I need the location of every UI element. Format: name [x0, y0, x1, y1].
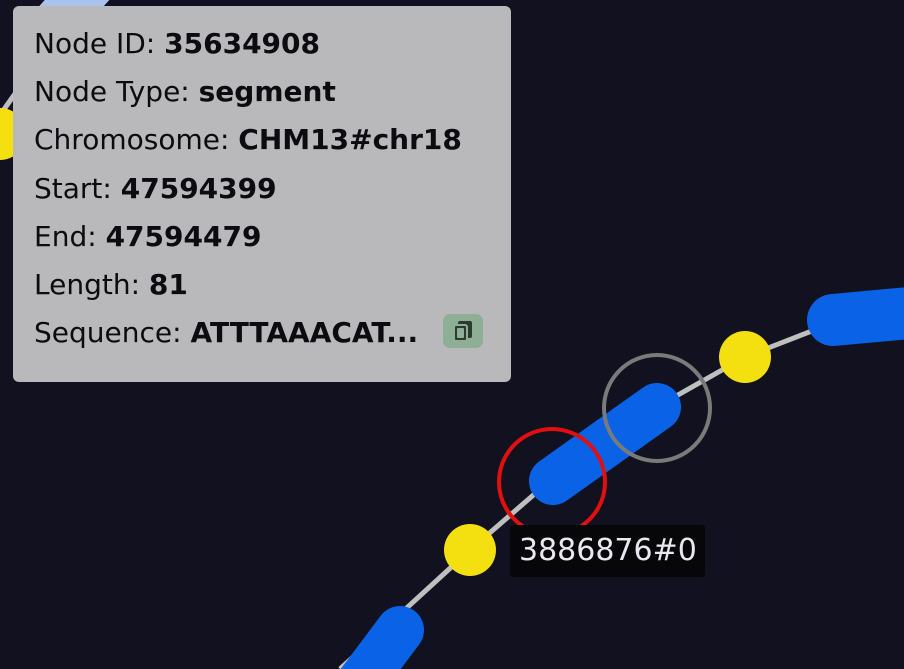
length-row: Length: 81	[34, 261, 511, 309]
chromosome-row: Chromosome: CHM13#chr18	[34, 116, 511, 164]
node-type-value: segment	[198, 75, 336, 109]
length-value: 81	[148, 268, 188, 302]
junction-node[interactable]	[444, 524, 496, 576]
node-id-label: Node ID:	[34, 27, 156, 60]
end-label: End:	[34, 219, 97, 253]
chromosome-label: Chromosome:	[34, 123, 230, 157]
end-row: End: 47594479	[34, 213, 511, 261]
copy-sequence-button[interactable]	[443, 314, 484, 349]
copy-icon	[453, 321, 473, 343]
node-type-label: Node Type:	[34, 75, 190, 109]
junction-node[interactable]	[719, 331, 771, 383]
segment-node[interactable]	[340, 606, 424, 669]
sequence-row: Sequence: ATTTAAACAT...	[34, 309, 511, 357]
sequence-value: ATTTAAACAT...	[190, 316, 419, 350]
node-info-panel: Node ID: 35634908 Node Type: segment Chr…	[13, 6, 511, 382]
start-value: 47594399	[120, 171, 277, 205]
start-label: Start:	[34, 171, 112, 205]
node-id-value: 35634908	[164, 27, 320, 60]
segment-node[interactable]	[807, 287, 904, 346]
chromosome-value: CHM13#chr18	[238, 123, 462, 157]
node-type-row: Node Type: segment	[34, 68, 511, 116]
length-label: Length:	[34, 268, 141, 302]
start-row: Start: 47594399	[34, 165, 511, 213]
node-id-row: Node ID: 35634908	[34, 20, 511, 68]
sequence-label: Sequence:	[34, 316, 182, 350]
end-value: 47594479	[105, 219, 262, 253]
path-label: 3886876#0	[510, 525, 705, 577]
